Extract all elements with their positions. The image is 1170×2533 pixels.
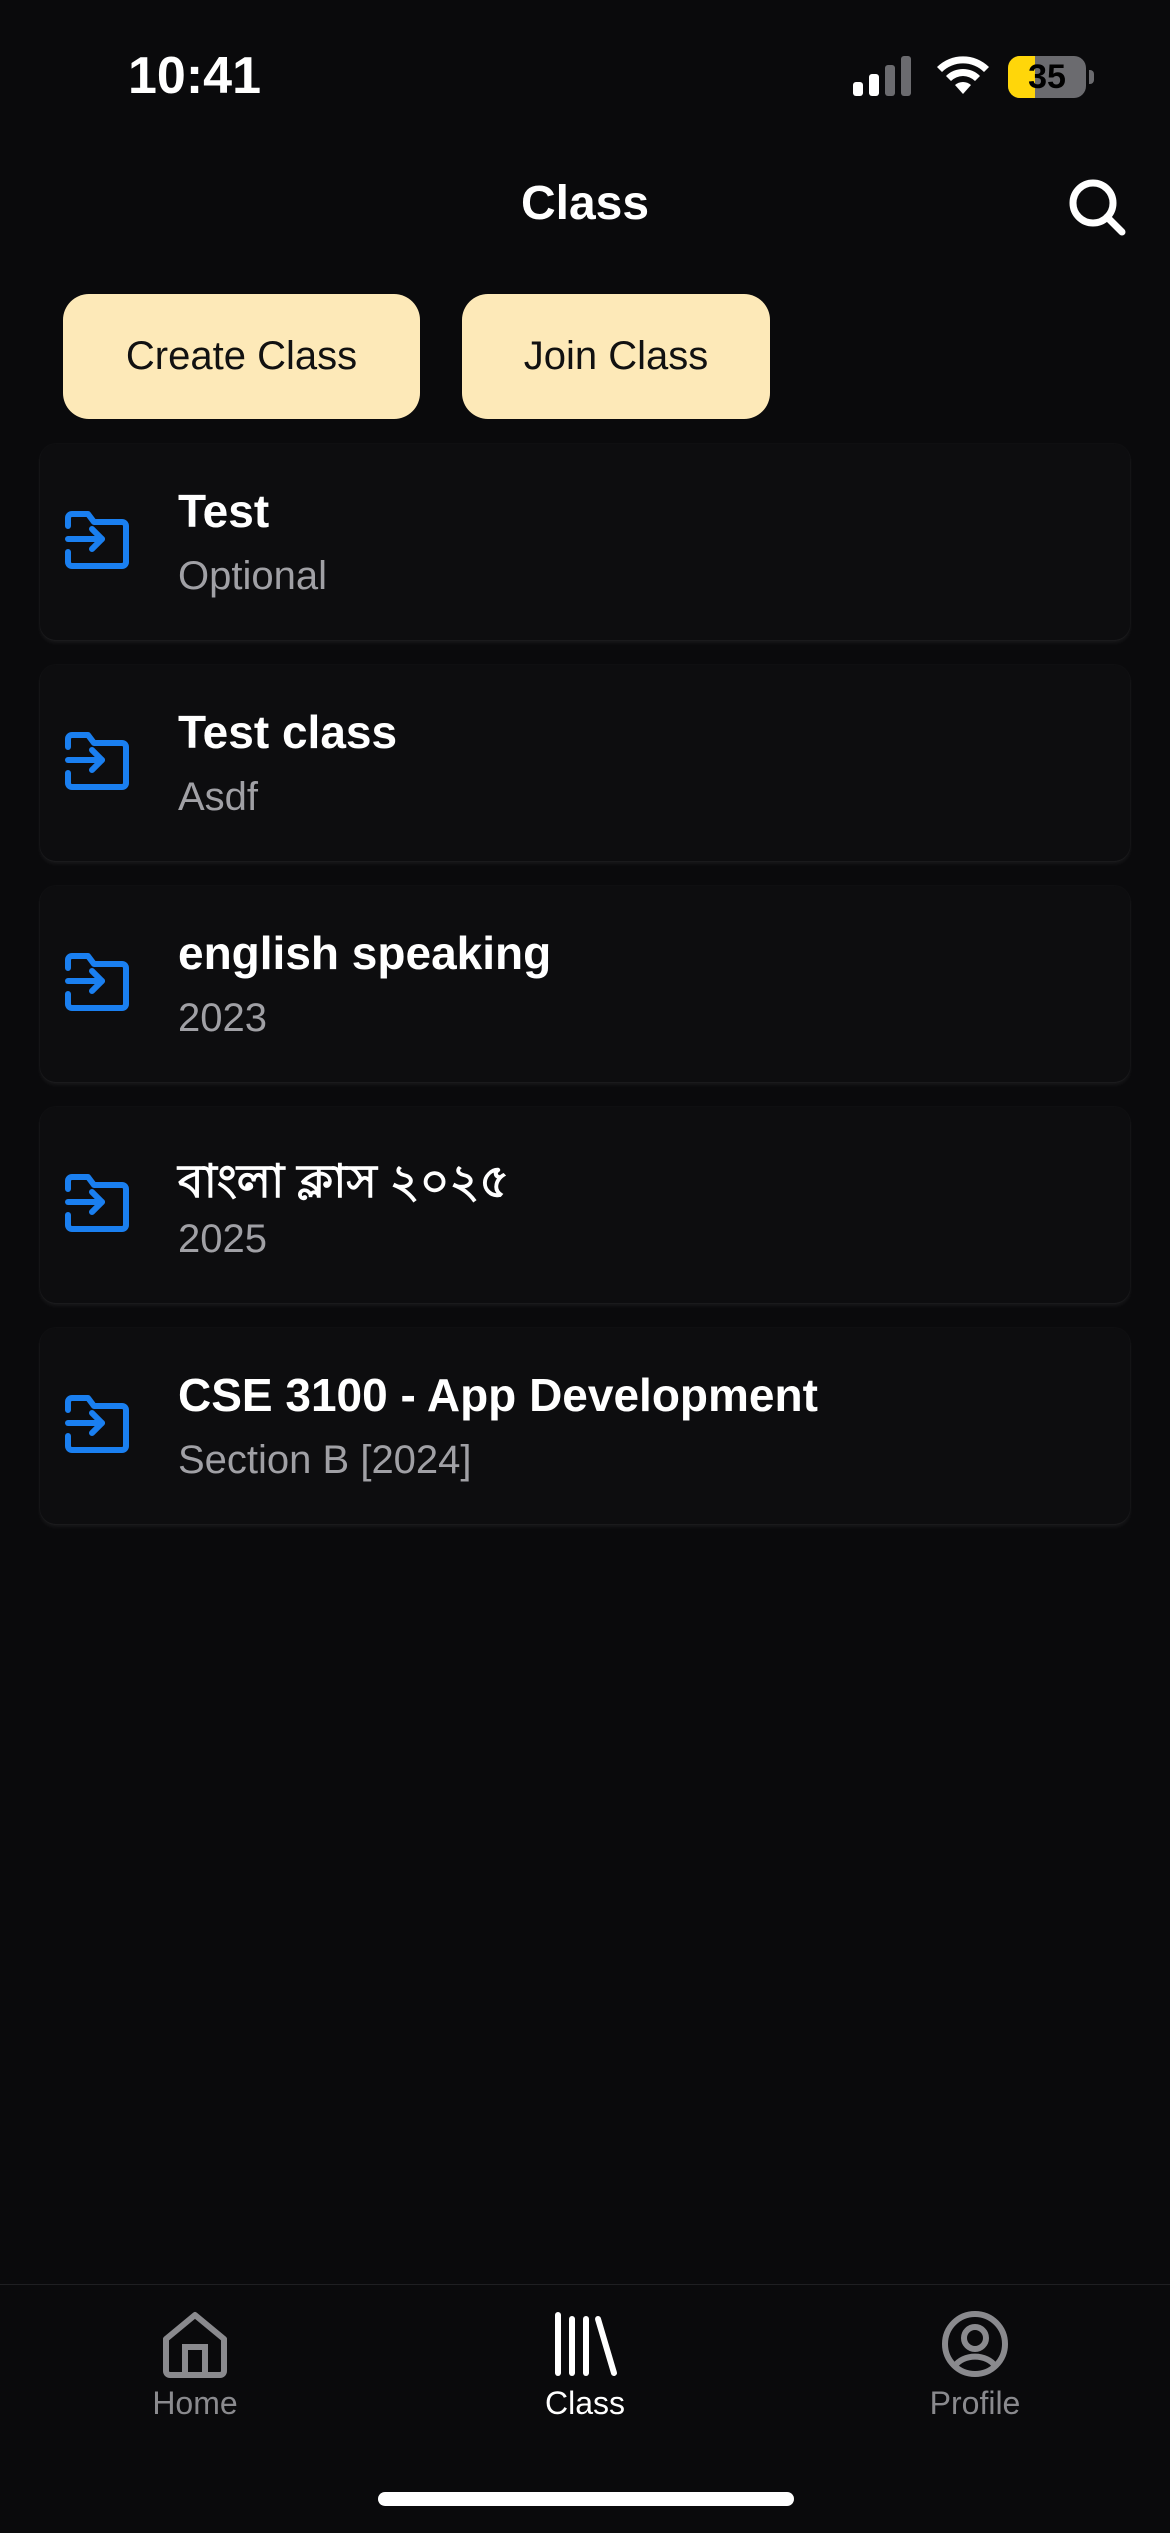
class-subtitle: Asdf	[178, 775, 259, 819]
search-icon[interactable]	[1066, 176, 1130, 240]
home-icon	[163, 2312, 227, 2378]
class-card[interactable]: Test Optional	[40, 444, 1130, 640]
signal-icon	[853, 56, 911, 96]
create-class-button[interactable]: Create Class	[63, 294, 420, 419]
tab-class[interactable]: Class	[390, 2285, 780, 2455]
class-subtitle: 2023	[178, 996, 267, 1040]
status-time: 10:41	[128, 47, 261, 105]
class-title: CSE 3100 - App Development	[178, 1369, 818, 1421]
class-subtitle: 2025	[178, 1217, 267, 1261]
class-subtitle: Section B [2024]	[178, 1438, 472, 1482]
class-card[interactable]: CSE 3100 - App Development Section B [20…	[40, 1328, 1130, 1524]
folder-enter-icon	[65, 953, 129, 1011]
wifi-icon	[937, 56, 989, 94]
class-title: english speaking	[178, 927, 552, 979]
class-subtitle: Optional	[178, 554, 327, 598]
tab-label: Profile	[929, 2385, 1021, 2421]
home-indicator	[378, 2492, 794, 2506]
folder-enter-icon	[65, 732, 129, 790]
class-card[interactable]: Test class Asdf	[40, 665, 1130, 861]
tab-profile[interactable]: Profile	[780, 2285, 1170, 2455]
tab-label: Home	[152, 2385, 238, 2421]
class-title: বাংলা ক্লাস ২০২৫	[178, 1155, 510, 1207]
profile-icon	[942, 2311, 1008, 2377]
class-title: Test	[178, 485, 270, 537]
folder-enter-icon	[65, 1395, 129, 1453]
library-icon	[555, 2312, 617, 2376]
status-bar: 10:41 35	[0, 0, 1170, 150]
folder-enter-icon	[65, 511, 129, 569]
folder-enter-icon	[65, 1174, 129, 1232]
class-card[interactable]: english speaking 2023	[40, 886, 1130, 1082]
battery-icon: 35	[1008, 56, 1094, 98]
class-list: Test Optional Test class Asdf english sp…	[40, 444, 1130, 1549]
tab-label: Class	[544, 2385, 625, 2421]
page-title: Class	[520, 177, 650, 230]
tab-home[interactable]: Home	[0, 2285, 390, 2455]
class-title: Test class	[178, 706, 398, 758]
battery-level: 35	[1028, 58, 1066, 96]
class-card[interactable]: বাংলা ক্লাস ২০২৫ 2025	[40, 1107, 1130, 1303]
join-class-button[interactable]: Join Class	[462, 294, 770, 419]
